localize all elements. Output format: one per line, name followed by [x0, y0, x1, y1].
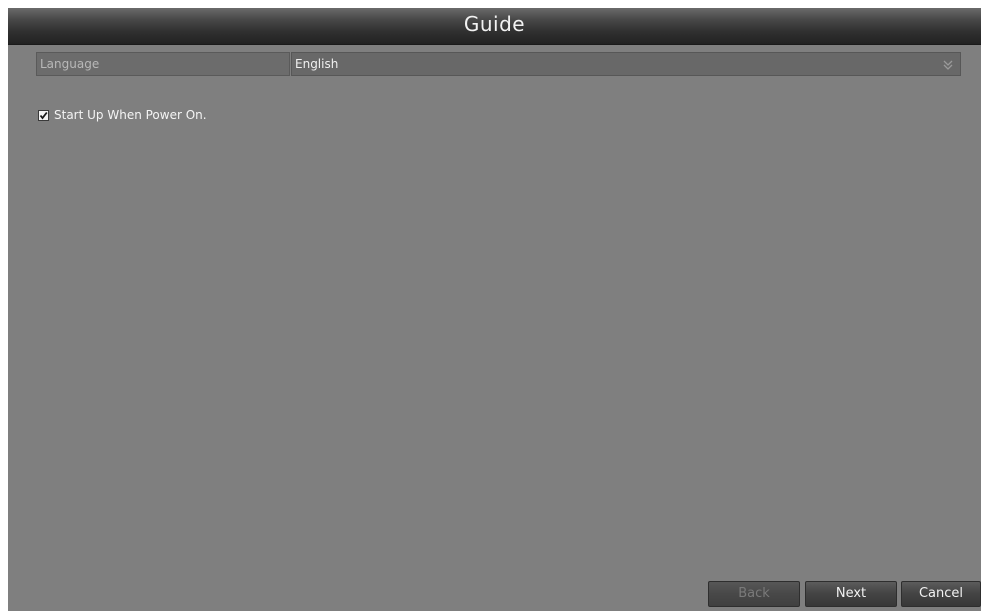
next-button[interactable]: Next: [805, 581, 897, 607]
guide-dialog: Guide Language English Start Up When Pow…: [8, 8, 981, 611]
startup-checkbox[interactable]: [38, 110, 49, 121]
language-row: Language English: [36, 52, 961, 76]
chevron-down-icon: [942, 57, 954, 71]
cancel-button[interactable]: Cancel: [901, 581, 981, 607]
back-button[interactable]: Back: [708, 581, 800, 607]
dialog-title: Guide: [463, 12, 526, 36]
language-value: English: [295, 57, 339, 71]
startup-label: Start Up When Power On.: [54, 108, 207, 122]
language-select[interactable]: English: [291, 52, 961, 76]
language-label: Language: [36, 52, 290, 76]
title-bar: Guide: [8, 8, 981, 45]
checkmark-icon: [39, 111, 48, 120]
